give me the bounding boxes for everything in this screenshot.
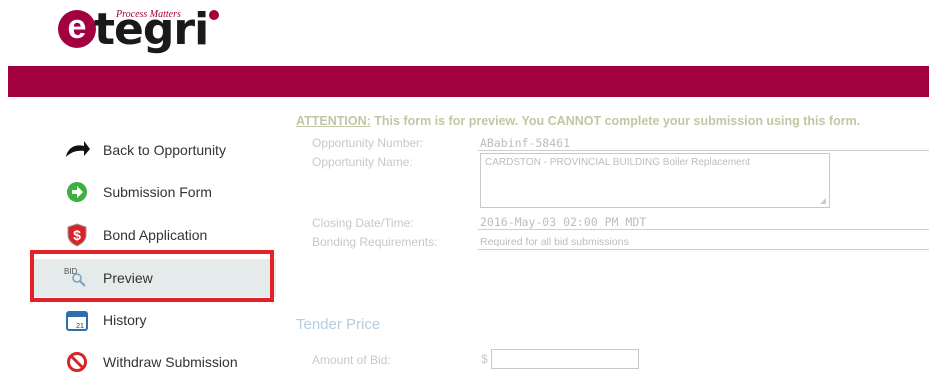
opportunity-name-text: CARDSTON - PROVINCIAL BUILDING Boiler Re…	[485, 157, 751, 168]
amount-of-bid-input[interactable]	[491, 349, 639, 369]
nav-bond-application[interactable]: $ Bond Application	[30, 216, 276, 254]
tender-price-heading: Tender Price	[296, 316, 381, 333]
logo-letter: e	[58, 10, 96, 48]
opportunity-name-label: Opportunity Name:	[312, 155, 413, 169]
nav-label: History	[103, 312, 147, 328]
attention-prefix: ATTENTION:	[296, 114, 371, 128]
bonding-requirements-value: Required for all bid submissions	[480, 236, 629, 248]
opportunity-number-label: Opportunity Number:	[312, 136, 424, 150]
opportunity-name-field[interactable]: CARDSTON - PROVINCIAL BUILDING Boiler Re…	[480, 153, 830, 208]
no-entry-icon	[64, 349, 90, 375]
dollar-shield-icon: $	[64, 222, 90, 248]
resize-grip-icon[interactable]: ◢	[820, 196, 826, 205]
preview-highlight-box	[30, 250, 274, 302]
nav-submission-form[interactable]: Submission Form	[30, 173, 276, 211]
nav-label: Withdraw Submission	[103, 354, 238, 370]
opportunity-number-value: ABabinf-58461	[480, 136, 571, 150]
header-banner	[8, 66, 929, 97]
nav-label: Submission Form	[103, 184, 212, 200]
svg-text:$: $	[73, 227, 81, 243]
divider	[478, 150, 929, 151]
calendar-icon-number: 21	[76, 323, 84, 330]
nav-label: Back to Opportunity	[103, 142, 226, 158]
divider	[478, 249, 929, 250]
green-arrow-icon	[64, 179, 90, 205]
etegri-logo: e tegri Process Matters	[58, 4, 228, 58]
attention-message: ATTENTION: This form is for preview. You…	[296, 114, 860, 128]
back-arrow-icon	[64, 137, 90, 163]
logo-dot	[209, 10, 219, 20]
closing-date-value: 2016-May-03 02:00 PM MDT	[480, 215, 647, 229]
closing-date-label: Closing Date/Time:	[312, 216, 414, 230]
nav-back-to-opportunity[interactable]: Back to Opportunity	[30, 131, 276, 169]
amount-of-bid-label: Amount of Bid:	[312, 353, 391, 367]
bonding-requirements-label: Bonding Requirements:	[312, 235, 438, 249]
logo-tagline: Process Matters	[116, 9, 181, 20]
divider	[478, 229, 929, 230]
calendar-icon: 21	[64, 307, 90, 333]
currency-symbol: $	[481, 352, 488, 366]
nav-label: Bond Application	[103, 227, 208, 243]
nav-history[interactable]: 21 History	[30, 301, 276, 339]
nav-withdraw-submission[interactable]: Withdraw Submission	[30, 343, 276, 381]
attention-text: This form is for preview. You CANNOT com…	[370, 114, 861, 128]
